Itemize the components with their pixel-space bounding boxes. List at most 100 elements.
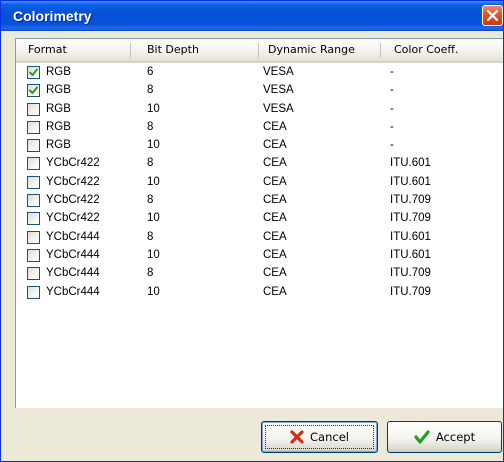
format-cell: RGB bbox=[46, 66, 71, 78]
color-coeff-cell: - bbox=[390, 66, 394, 78]
column-header-color-coeff[interactable]: Color Coeff. bbox=[386, 39, 501, 61]
dynamic-range-cell: CEA bbox=[263, 230, 287, 243]
accept-label: Accept bbox=[435, 430, 476, 444]
dynamic-range-cell: CEA bbox=[263, 194, 287, 207]
dynamic-range-cell: CEA bbox=[263, 212, 287, 225]
bit-depth-cell: 10 bbox=[147, 212, 160, 225]
color-coeff-cell: - bbox=[390, 102, 394, 115]
column-divider[interactable] bbox=[258, 43, 259, 58]
dynamic-range-cell: VESA bbox=[263, 84, 294, 97]
close-button[interactable] bbox=[482, 5, 503, 26]
column-header-format[interactable]: Format bbox=[20, 39, 128, 61]
dynamic-range-cell: CEA bbox=[263, 285, 287, 298]
format-cell: RGB bbox=[46, 102, 71, 115]
column-header-bit-depth[interactable]: Bit Depth bbox=[139, 39, 257, 61]
row-checkbox[interactable] bbox=[27, 194, 40, 208]
color-coeff-cell: - bbox=[390, 120, 394, 133]
list-header: Format Bit Depth Dynamic Range Color Coe… bbox=[16, 39, 503, 63]
dynamic-range-cell: CEA bbox=[263, 267, 287, 280]
bit-depth-cell: 8 bbox=[147, 267, 154, 280]
dynamic-range-cell: CEA bbox=[263, 139, 287, 152]
dynamic-range-cell: CEA bbox=[263, 175, 287, 188]
dynamic-range-cell: CEA bbox=[263, 157, 287, 170]
red-x-icon bbox=[290, 430, 304, 444]
green-check-icon bbox=[414, 430, 430, 444]
bit-depth-cell: 10 bbox=[147, 139, 160, 152]
column-divider[interactable] bbox=[380, 43, 381, 58]
format-cell: RGB bbox=[46, 120, 71, 133]
list-row[interactable]: YCbCr422 10 CEA ITU.601 bbox=[16, 174, 503, 192]
list-row[interactable]: RGB 8 VESA - bbox=[16, 82, 503, 100]
list-rows: RGB 6 VESA - RGB 8 VESA - RGB 10 VESA - RGB 8 CEA - RGB 1… bbox=[16, 64, 503, 302]
row-checkbox[interactable] bbox=[27, 212, 40, 226]
list-row[interactable]: YCbCr444 10 CEA ITU.709 bbox=[16, 284, 503, 302]
window-title: Colorimetry bbox=[13, 8, 92, 24]
accept-button[interactable]: Accept bbox=[387, 421, 502, 453]
row-checkbox[interactable] bbox=[27, 230, 40, 244]
color-coeff-cell: ITU.601 bbox=[390, 175, 431, 188]
format-cell: YCbCr422 bbox=[46, 157, 100, 170]
color-coeff-cell: ITU.709 bbox=[390, 212, 431, 225]
list-row[interactable]: YCbCr444 10 CEA ITU.601 bbox=[16, 247, 503, 265]
row-checkbox[interactable] bbox=[27, 157, 40, 171]
bit-depth-cell: 10 bbox=[147, 102, 160, 115]
list-row[interactable]: RGB 10 VESA - bbox=[16, 101, 503, 119]
format-cell: RGB bbox=[46, 139, 71, 152]
bit-depth-cell: 10 bbox=[147, 248, 160, 261]
dynamic-range-cell: VESA bbox=[263, 66, 294, 78]
checkmark-icon bbox=[29, 86, 38, 95]
dynamic-range-cell: CEA bbox=[263, 120, 287, 133]
list-row[interactable]: RGB 10 CEA - bbox=[16, 137, 503, 155]
bit-depth-cell: 8 bbox=[147, 157, 154, 170]
format-cell: YCbCr422 bbox=[46, 175, 100, 188]
format-cell: YCbCr444 bbox=[46, 267, 100, 280]
close-icon bbox=[487, 10, 498, 21]
bit-depth-cell: 10 bbox=[147, 285, 160, 298]
row-checkbox[interactable] bbox=[27, 285, 40, 299]
checkmark-icon bbox=[29, 68, 38, 76]
bit-depth-cell: 8 bbox=[147, 120, 154, 133]
list-row[interactable]: YCbCr422 8 CEA ITU.709 bbox=[16, 192, 503, 210]
format-cell: YCbCr444 bbox=[46, 285, 100, 298]
bit-depth-cell: 8 bbox=[147, 230, 154, 243]
cancel-button[interactable]: Cancel bbox=[261, 421, 378, 453]
list-row[interactable]: YCbCr444 8 CEA ITU.601 bbox=[16, 229, 503, 247]
row-checkbox[interactable] bbox=[27, 102, 40, 116]
row-checkbox[interactable] bbox=[27, 267, 40, 281]
format-cell: RGB bbox=[46, 84, 71, 97]
bit-depth-cell: 10 bbox=[147, 175, 160, 188]
color-coeff-cell: - bbox=[390, 84, 394, 97]
row-checkbox[interactable] bbox=[27, 248, 40, 262]
row-checkbox[interactable] bbox=[27, 139, 40, 153]
list-row[interactable]: RGB 8 CEA - bbox=[16, 119, 503, 137]
colorimetry-list[interactable]: Format Bit Depth Dynamic Range Color Coe… bbox=[15, 38, 503, 408]
format-cell: YCbCr422 bbox=[46, 212, 100, 225]
list-row[interactable]: YCbCr422 10 CEA ITU.709 bbox=[16, 210, 503, 228]
column-header-dynamic-range[interactable]: Dynamic Range bbox=[260, 39, 378, 61]
color-coeff-cell: ITU.709 bbox=[390, 194, 431, 207]
colorimetry-dialog: Colorimetry Format Bit Depth Dynamic Ran… bbox=[0, 0, 504, 462]
row-checkbox[interactable] bbox=[27, 175, 40, 189]
dynamic-range-cell: VESA bbox=[263, 102, 294, 115]
list-row[interactable]: YCbCr444 8 CEA ITU.709 bbox=[16, 265, 503, 283]
bit-depth-cell: 8 bbox=[147, 194, 154, 207]
list-row[interactable]: YCbCr422 8 CEA ITU.601 bbox=[16, 155, 503, 173]
color-coeff-cell: - bbox=[390, 139, 394, 152]
color-coeff-cell: ITU.709 bbox=[390, 267, 431, 280]
format-cell: YCbCr444 bbox=[46, 230, 100, 243]
cancel-label: Cancel bbox=[310, 430, 349, 444]
title-bar[interactable]: Colorimetry bbox=[1, 1, 503, 31]
list-row[interactable]: RGB 6 VESA - bbox=[16, 64, 503, 82]
dynamic-range-cell: CEA bbox=[263, 248, 287, 261]
format-cell: YCbCr444 bbox=[46, 248, 100, 261]
bit-depth-cell: 8 bbox=[147, 84, 154, 97]
column-divider[interactable] bbox=[130, 43, 131, 58]
format-cell: YCbCr422 bbox=[46, 194, 100, 207]
color-coeff-cell: ITU.709 bbox=[390, 285, 431, 298]
row-checkbox[interactable] bbox=[27, 120, 40, 134]
row-checkbox[interactable] bbox=[27, 66, 40, 79]
row-checkbox[interactable] bbox=[27, 84, 40, 98]
bit-depth-cell: 6 bbox=[147, 66, 154, 78]
color-coeff-cell: ITU.601 bbox=[390, 248, 431, 261]
color-coeff-cell: ITU.601 bbox=[390, 157, 431, 170]
